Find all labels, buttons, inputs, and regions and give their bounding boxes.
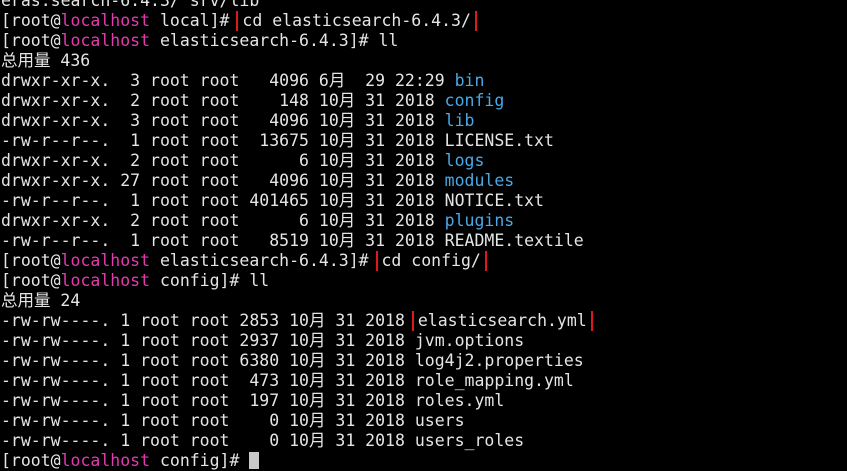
terminal-text: [root@	[1, 31, 61, 50]
terminal-text: -rw-rw----. 1 root root 2853 10月 31 2018	[1, 311, 415, 330]
terminal-text: eras:search-6.4.3/ srv/lib	[1, 0, 260, 10]
terminal-text: 总用量 436	[1, 51, 91, 70]
prompt-hostname: localhost	[60, 11, 151, 30]
terminal-text: -rw-rw----. 1 root root 0 10月 31 2018 us…	[1, 431, 525, 450]
terminal-text: -rw-rw----. 1 root root 197 10月 31 2018 …	[1, 391, 505, 410]
terminal-text: -rw-rw----. 1 root root 2937 10月 31 2018…	[1, 331, 525, 350]
terminal-line: -rw-rw----. 1 root root 6380 10月 31 2018…	[1, 351, 847, 371]
terminal-text: local]#	[150, 11, 240, 30]
terminal-line: -rw-rw----. 1 root root 0 10月 31 2018 us…	[1, 411, 847, 431]
terminal-text: config]#	[150, 451, 250, 470]
terminal-text: -rw-r--r--. 1 root root 13675 10月 31 201…	[1, 131, 554, 150]
terminal-line: -rw-rw----. 1 root root 2937 10月 31 2018…	[1, 331, 847, 351]
terminal-line: drwxr-xr-x. 3 root root 4096 10月 31 2018…	[1, 111, 847, 131]
directory-entry: bin	[454, 71, 485, 90]
terminal-line: [root@localhost config]# ll	[1, 271, 847, 291]
prompt-hostname: localhost	[60, 251, 151, 270]
directory-entry: logs	[444, 151, 485, 170]
terminal-text: [root@	[1, 11, 61, 30]
highlighted-text: elasticsearch.yml	[411, 311, 593, 331]
terminal-text: drwxr-xr-x. 2 root root 148 10月 31 2018	[1, 91, 445, 110]
terminal-text: elasticsearch-6.4.3]# ll	[150, 31, 399, 50]
terminal-line: -rw-rw----. 1 root root 0 10月 31 2018 us…	[1, 431, 847, 451]
prompt-hostname: localhost	[60, 31, 151, 50]
terminal-line: drwxr-xr-x. 3 root root 4096 6月 29 22:29…	[1, 71, 847, 91]
terminal-line: drwxr-xr-x. 2 root root 6 10月 31 2018 pl…	[1, 211, 847, 231]
terminal-text: -rw-rw----. 1 root root 0 10月 31 2018 us…	[1, 411, 465, 430]
terminal-line: -rw-r--r--. 1 root root 13675 10月 31 201…	[1, 131, 847, 151]
terminal-line: -rw-rw----. 1 root root 2853 10月 31 2018…	[1, 311, 847, 331]
terminal-line: [root@localhost config]#	[1, 451, 847, 471]
terminal-text: [root@	[1, 451, 61, 470]
terminal-line: drwxr-xr-x. 2 root root 148 10月 31 2018 …	[1, 91, 847, 111]
terminal-window[interactable]: eras:search-6.4.3/ srv/lib [root@localhos…	[0, 0, 847, 471]
terminal-text: drwxr-xr-x. 3 root root 4096 6月 29 22:29	[1, 71, 455, 90]
directory-entry: config	[444, 91, 505, 110]
terminal-line: 总用量 24	[1, 291, 847, 311]
prompt-hostname: localhost	[60, 451, 151, 470]
terminal-text: drwxr-xr-x. 2 root root 6 10月 31 2018	[1, 211, 445, 230]
terminal-text: drwxr-xr-x. 2 root root 6 10月 31 2018	[1, 151, 445, 170]
terminal-line: -rw-r--r--. 1 root root 401465 10月 31 20…	[1, 191, 847, 211]
terminal-text: config]# ll	[150, 271, 270, 290]
directory-entry: modules	[444, 171, 515, 190]
terminal-line: [root@localhost local]# cd elasticsearch…	[1, 11, 847, 31]
prompt-hostname: localhost	[60, 271, 151, 290]
terminal-text: -rw-rw----. 1 root root 6380 10月 31 2018…	[1, 351, 584, 370]
terminal-text: drwxr-xr-x. 27 root root 4096 10月 31 201…	[1, 171, 445, 190]
terminal-line: drwxr-xr-x. 27 root root 4096 10月 31 201…	[1, 171, 847, 191]
terminal-text: -rw-r--r--. 1 root root 401465 10月 31 20…	[1, 191, 544, 210]
directory-entry: lib	[444, 111, 475, 130]
terminal-line: [root@localhost elasticsearch-6.4.3]# ll	[1, 31, 847, 51]
highlighted-text: cd elasticsearch-6.4.3/	[236, 11, 477, 31]
terminal-line: [root@localhost elasticsearch-6.4.3]# cd…	[1, 251, 847, 271]
terminal-text: drwxr-xr-x. 3 root root 4096 10月 31 2018	[1, 111, 445, 130]
terminal-text: elasticsearch-6.4.3]#	[150, 251, 379, 270]
highlighted-text: cd config/	[375, 251, 487, 271]
directory-entry: plugins	[444, 211, 515, 230]
terminal-line: -rw-r--r--. 1 root root 8519 10月 31 2018…	[1, 231, 847, 251]
terminal-text: -rw-r--r--. 1 root root 8519 10月 31 2018…	[1, 231, 584, 250]
terminal-text: -rw-rw----. 1 root root 473 10月 31 2018 …	[1, 371, 574, 390]
terminal-line: -rw-rw----. 1 root root 473 10月 31 2018 …	[1, 371, 847, 391]
terminal-line: drwxr-xr-x. 2 root root 6 10月 31 2018 lo…	[1, 151, 847, 171]
terminal-text: [root@	[1, 271, 61, 290]
terminal-line: 总用量 436	[1, 51, 847, 71]
terminal-line: -rw-rw----. 1 root root 197 10月 31 2018 …	[1, 391, 847, 411]
cursor-block	[249, 452, 260, 469]
terminal-text: 总用量 24	[1, 291, 81, 310]
terminal-text: [root@	[1, 251, 61, 270]
terminal-line: eras:search-6.4.3/ srv/lib	[1, 0, 847, 11]
